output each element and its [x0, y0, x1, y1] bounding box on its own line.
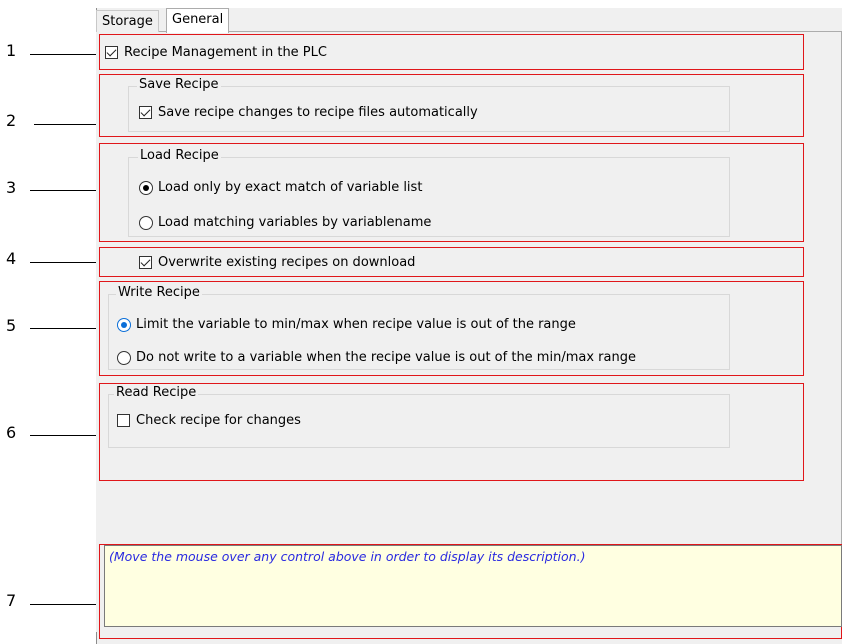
callout-line-4: [30, 262, 104, 263]
load-by-name-label: Load matching variables by variablename: [158, 215, 432, 230]
save-recipe-title: Save Recipe: [137, 77, 221, 92]
description-panel: (Move the mouse over any control above i…: [104, 545, 842, 627]
callout-line-5: [30, 328, 104, 329]
load-exact-match-label: Load only by exact match of variable lis…: [158, 180, 423, 195]
checkbox-checked-icon: [139, 256, 152, 269]
callout-7: 7: [6, 591, 17, 610]
radio-selected-icon: [139, 180, 153, 195]
overwrite-checkbox[interactable]: Overwrite existing recipes on download: [139, 255, 415, 270]
radio-selected-icon: [117, 317, 131, 332]
checkbox-unchecked-icon: [117, 414, 130, 427]
recipe-management-checkbox[interactable]: Recipe Management in the PLC: [105, 45, 327, 60]
write-recipe-title: Write Recipe: [116, 285, 202, 300]
callout-line-3: [30, 190, 104, 191]
callout-6: 6: [6, 423, 17, 442]
auto-save-checkbox[interactable]: Save recipe changes to recipe files auto…: [139, 105, 478, 120]
check-changes-label: Check recipe for changes: [136, 413, 301, 428]
load-by-name-radio[interactable]: Load matching variables by variablename: [139, 215, 431, 230]
tab-strip: Storage General: [96, 8, 842, 33]
callout-5: 5: [6, 316, 17, 335]
load-recipe-title: Load Recipe: [138, 148, 221, 163]
description-text: (Move the mouse over any control above i…: [109, 549, 586, 564]
load-exact-match-radio[interactable]: Load only by exact match of variable lis…: [139, 180, 422, 195]
overwrite-label: Overwrite existing recipes on download: [158, 255, 416, 270]
tab-storage[interactable]: Storage: [96, 10, 159, 32]
write-skip-label: Do not write to a variable when the reci…: [136, 350, 636, 365]
recipe-management-label: Recipe Management in the PLC: [124, 45, 327, 60]
callout-line-7: [30, 604, 106, 605]
tab-general[interactable]: General: [166, 8, 230, 33]
check-changes-checkbox[interactable]: Check recipe for changes: [117, 413, 301, 428]
checkbox-checked-icon: [139, 106, 152, 119]
callout-2: 2: [6, 111, 17, 130]
checkbox-checked-icon: [105, 46, 118, 59]
write-skip-radio[interactable]: Do not write to a variable when the reci…: [117, 350, 636, 365]
write-limit-radio[interactable]: Limit the variable to min/max when recip…: [117, 317, 576, 332]
callout-1: 1: [6, 41, 17, 60]
radio-unselected-icon: [139, 215, 153, 230]
callout-4: 4: [6, 249, 17, 268]
write-limit-label: Limit the variable to min/max when recip…: [136, 317, 576, 332]
radio-unselected-icon: [117, 350, 131, 365]
callout-3: 3: [6, 178, 17, 197]
read-recipe-title: Read Recipe: [114, 385, 199, 400]
callout-line-1: [30, 54, 106, 55]
auto-save-label: Save recipe changes to recipe files auto…: [158, 105, 478, 120]
callout-line-6: [30, 435, 106, 436]
